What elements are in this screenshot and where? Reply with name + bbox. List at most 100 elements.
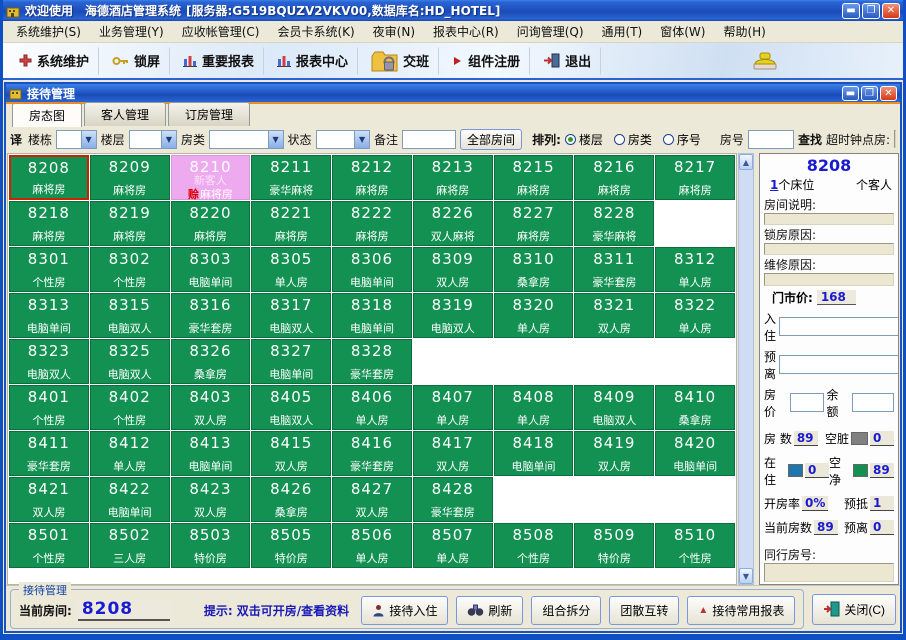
room-cell-8305[interactable]: 8305单人房: [251, 247, 331, 292]
room-cell-8315[interactable]: 8315电脑双人: [90, 293, 170, 338]
room-cell-8427[interactable]: 8427双人房: [332, 477, 412, 522]
menu-item-report-center[interactable]: 报表中心(R): [424, 21, 508, 42]
maximize-icon[interactable]: ❐: [862, 3, 880, 19]
all-rooms-button[interactable]: 全部房间: [460, 129, 522, 150]
room-cell-8310[interactable]: 8310桑拿房: [494, 247, 574, 292]
repair-reason-field[interactable]: [764, 273, 894, 285]
common-reports-button[interactable]: ▲接待常用报表: [687, 596, 795, 625]
room-cell-8319[interactable]: 8319电脑双人: [413, 293, 493, 338]
room-cell-8326[interactable]: 8326桑拿房: [171, 339, 251, 384]
room-cell-8327[interactable]: 8327电脑单间: [251, 339, 331, 384]
menu-item-member-card[interactable]: 会员卡系统(K): [268, 21, 363, 42]
room-cell-8505[interactable]: 8505特价房: [251, 523, 331, 568]
room-cell-8421[interactable]: 8421双人房: [9, 477, 89, 522]
menu-item-business-mgmt[interactable]: 业务管理(Y): [90, 21, 173, 42]
refresh-button[interactable]: 刷新: [456, 596, 523, 625]
room-cell-8506[interactable]: 8506单人房: [332, 523, 412, 568]
room-cell-8403[interactable]: 8403双人房: [171, 385, 251, 430]
toolbar-button-shift-change[interactable]: 交班: [361, 47, 439, 75]
menu-item-night-audit[interactable]: 夜审(N): [364, 21, 424, 42]
sort-option-0[interactable]: 楼层: [565, 131, 603, 148]
inner-minimize-icon[interactable]: ▬: [842, 86, 859, 101]
room-cell-8217[interactable]: 8217麻将房: [655, 155, 735, 200]
room-cell-8322[interactable]: 8322单人房: [655, 293, 735, 338]
room-cell-8321[interactable]: 8321双人房: [574, 293, 654, 338]
balance-input[interactable]: [852, 393, 894, 412]
room-cell-8306[interactable]: 8306电脑单间: [332, 247, 412, 292]
toolbar-button-report-center[interactable]: 报表中心: [267, 47, 358, 75]
toolbar-button-exit[interactable]: 退出: [533, 47, 601, 75]
room-cell-8413[interactable]: 8413电脑单间: [171, 431, 251, 476]
inner-maximize-icon[interactable]: ❐: [861, 86, 878, 101]
room-cell-8320[interactable]: 8320单人房: [494, 293, 574, 338]
scroll-down-icon[interactable]: ▼: [739, 568, 753, 584]
room-cell-8408[interactable]: 8408单人房: [494, 385, 574, 430]
lock-reason-field[interactable]: [764, 243, 894, 255]
room-cell-8323[interactable]: 8323电脑双人: [9, 339, 89, 384]
room-cell-8211[interactable]: 8211豪华麻将: [251, 155, 331, 200]
room-cell-8405[interactable]: 8405电脑双人: [251, 385, 331, 430]
room-cell-8220[interactable]: 8220麻将房: [171, 201, 251, 246]
menu-item-general[interactable]: 通用(T): [593, 21, 652, 42]
room-cell-8210[interactable]: 8210新客人赊麻将房: [171, 155, 251, 200]
menu-item-system-maintain[interactable]: 系统维护(S): [7, 21, 90, 42]
room-cell-8402[interactable]: 8402个性房: [90, 385, 170, 430]
room-cell-8508[interactable]: 8508个性房: [494, 523, 574, 568]
close-window-button[interactable]: 关闭(C): [812, 594, 896, 625]
menu-item-receivable-mgmt[interactable]: 应收帐管理(C): [173, 21, 269, 42]
room-cell-8407[interactable]: 8407单人房: [413, 385, 493, 430]
toolbar-button-lock-screen[interactable]: 锁屏: [102, 47, 170, 75]
sort-option-2[interactable]: 序号: [663, 131, 701, 148]
room-cell-8317[interactable]: 8317电脑双人: [251, 293, 331, 338]
room-cell-8501[interactable]: 8501个性房: [9, 523, 89, 568]
room-cell-8417[interactable]: 8417双人房: [413, 431, 493, 476]
checkin-button[interactable]: 接待入住: [361, 596, 448, 625]
room-cell-8228[interactable]: 8228豪华麻将: [574, 201, 654, 246]
room-cell-8209[interactable]: 8209麻将房: [90, 155, 170, 200]
room-cell-8311[interactable]: 8311豪华套房: [574, 247, 654, 292]
room-cell-8410[interactable]: 8410桑拿房: [655, 385, 735, 430]
room-cell-8406[interactable]: 8406单人房: [332, 385, 412, 430]
room-cell-8503[interactable]: 8503特价房: [171, 523, 251, 568]
room-cell-8509[interactable]: 8509特价房: [574, 523, 654, 568]
room-cell-8328[interactable]: 8328豪华套房: [332, 339, 412, 384]
room-cell-8401[interactable]: 8401个性房: [9, 385, 89, 430]
room-no-input[interactable]: [748, 130, 794, 149]
combine-split-button[interactable]: 组合拆分: [531, 596, 601, 625]
room-cell-8412[interactable]: 8412单人房: [90, 431, 170, 476]
checkout-input[interactable]: [779, 355, 899, 374]
room-cell-8409[interactable]: 8409电脑双人: [574, 385, 654, 430]
room-cell-8416[interactable]: 8416豪华套房: [332, 431, 412, 476]
room-cell-8312[interactable]: 8312单人房: [655, 247, 735, 292]
room-cell-8325[interactable]: 8325电脑双人: [90, 339, 170, 384]
room-cell-8411[interactable]: 8411豪华套房: [9, 431, 89, 476]
room-desc-field[interactable]: [764, 213, 894, 225]
room-cell-8316[interactable]: 8316豪华套房: [171, 293, 251, 338]
note-input[interactable]: [402, 130, 456, 149]
room-cell-8415[interactable]: 8415双人房: [251, 431, 331, 476]
grid-scrollbar[interactable]: ▲ ▼: [738, 153, 754, 585]
room-cell-8213[interactable]: 8213麻将房: [413, 155, 493, 200]
room-cell-8216[interactable]: 8216麻将房: [574, 155, 654, 200]
room-cell-8212[interactable]: 8212麻将房: [332, 155, 412, 200]
sort-option-1[interactable]: 房类: [614, 131, 652, 148]
combo-building[interactable]: ▼: [56, 130, 97, 149]
room-cell-8302[interactable]: 8302个性房: [90, 247, 170, 292]
tab-guest-mgmt[interactable]: 客人管理: [84, 102, 166, 126]
scroll-up-icon[interactable]: ▲: [739, 154, 753, 170]
close-icon[interactable]: ✕: [882, 3, 900, 19]
room-cell-8227[interactable]: 8227麻将房: [494, 201, 574, 246]
room-cell-8221[interactable]: 8221麻将房: [251, 201, 331, 246]
menu-item-window[interactable]: 窗体(W): [651, 21, 714, 42]
toolbar-button-system-maintain[interactable]: 系统维护: [9, 47, 99, 75]
room-cell-8313[interactable]: 8313电脑单间: [9, 293, 89, 338]
room-cell-8510[interactable]: 8510个性房: [655, 523, 735, 568]
room-cell-8418[interactable]: 8418电脑单间: [494, 431, 574, 476]
toolbar-button-component-register[interactable]: 组件注册: [442, 47, 530, 75]
tab-room-status[interactable]: 房态图: [12, 102, 82, 127]
room-cell-8419[interactable]: 8419双人房: [574, 431, 654, 476]
room-cell-8219[interactable]: 8219麻将房: [90, 201, 170, 246]
room-cell-8226[interactable]: 8226双人麻将: [413, 201, 493, 246]
room-cell-8301[interactable]: 8301个性房: [9, 247, 89, 292]
room-cell-8208[interactable]: 8208麻将房: [9, 155, 89, 200]
